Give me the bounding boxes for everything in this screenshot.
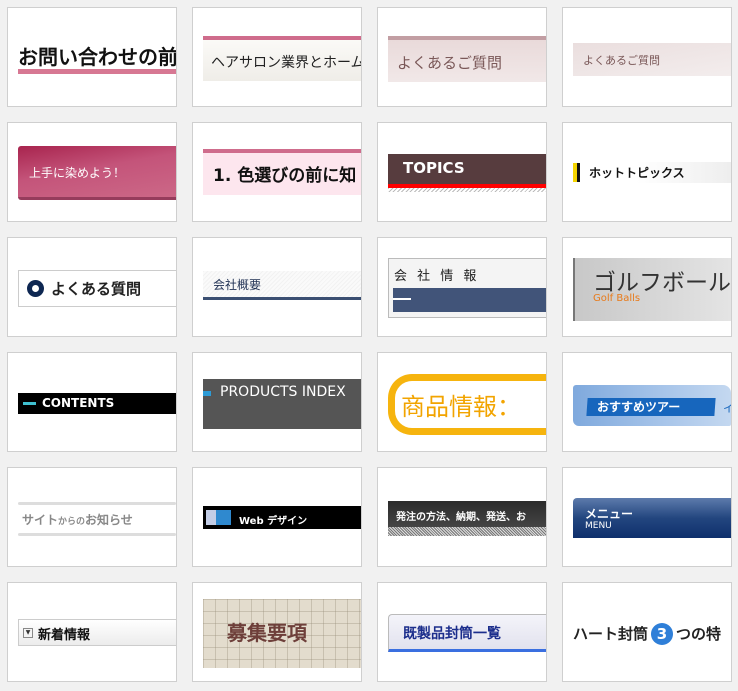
heading-extra: イ: [723, 400, 731, 416]
navy-bar: [393, 288, 546, 312]
heading-text: ハート封筒 3 つの特: [573, 623, 721, 645]
cyan-marker: [23, 402, 36, 405]
circle-bullet-icon: [27, 280, 44, 297]
heading-text: 商品情報：: [388, 374, 546, 435]
heading-text: ホットトピックス: [589, 166, 685, 180]
blue-block: [216, 510, 231, 525]
heading-text: PRODUCTS INDEX: [220, 384, 346, 400]
heading-text: Web デザイン: [239, 516, 308, 527]
heading-subtext: MENU: [585, 521, 612, 531]
heading-text: サイトからのお知らせ: [22, 511, 133, 528]
heading-text: 募集要項: [227, 621, 307, 645]
sample-heading-17[interactable]: サイトからのお知らせ: [7, 467, 177, 567]
sample-heading-5[interactable]: 上手に染めよう！: [7, 122, 177, 222]
heading-text-b: つの特: [676, 625, 722, 643]
sample-heading-4[interactable]: よくあるご質問: [562, 7, 732, 107]
sample-heading-22[interactable]: 募集要項: [192, 582, 362, 682]
sample-heading-21[interactable]: ▼ 新着情報: [7, 582, 177, 682]
light-block: [206, 510, 216, 525]
blue-marker: [203, 391, 211, 396]
black-marker: [577, 163, 580, 182]
wavy-line-top: [18, 502, 176, 505]
sample-heading-1[interactable]: お問い合わせの前に: [7, 7, 177, 107]
sample-heading-10[interactable]: 会社概要: [192, 237, 362, 337]
heading-text: 1. 色選びの前に知: [203, 149, 361, 195]
heading-text: メニュー: [585, 507, 634, 521]
heading-text-c: お知らせ: [85, 513, 133, 527]
heading-text: 上手に染めよう！: [18, 146, 176, 200]
heading-subtext: Golf Balls: [593, 293, 641, 304]
heading-text: お問い合わせの前に: [18, 45, 177, 69]
sample-heading-16[interactable]: おすすめツアー イ: [562, 352, 732, 452]
sample-heading-15[interactable]: 商品情報：: [377, 352, 547, 452]
heading-text-b: からの: [58, 517, 86, 527]
wavy-line-bottom: [18, 533, 176, 536]
heading-text-a: サイト: [22, 513, 59, 527]
heading-text: TOPICS: [388, 154, 546, 184]
sample-heading-23[interactable]: 既製品封筒一覧: [377, 582, 547, 682]
sample-heading-24[interactable]: ハート封筒 3 つの特: [562, 582, 732, 682]
sample-heading-19[interactable]: 発注の方法、納期、発送、お: [377, 467, 547, 567]
sample-heading-12[interactable]: ゴルフボール Golf Balls: [562, 237, 732, 337]
heading-text-a: ハート封筒: [573, 625, 649, 643]
sample-heading-2[interactable]: ヘアサロン業界とホーム: [192, 7, 362, 107]
heading-text: おすすめツアー: [597, 400, 681, 414]
sample-heading-8[interactable]: ホットトピックス: [562, 122, 732, 222]
dropdown-arrow-icon: ▼: [23, 628, 33, 638]
heading-text: 会 社 情 報: [394, 269, 480, 284]
heading-text: CONTENTS: [42, 396, 115, 410]
heading-text: ゴルフボール: [593, 270, 731, 296]
heading-text: よくあるご質問: [573, 43, 731, 76]
heading-text: 発注の方法、納期、発送、お: [388, 501, 546, 527]
hatch-shadow: [388, 527, 546, 536]
number-badge: 3: [651, 623, 674, 645]
heading-text: 新着情報: [38, 628, 91, 643]
heading-text: ヘアサロン業界とホーム: [203, 36, 361, 81]
sample-heading-9[interactable]: よくある質問: [7, 237, 177, 337]
sample-heading-11[interactable]: 会 社 情 報: [377, 237, 547, 337]
heading-text: よくある質問: [51, 280, 142, 298]
hatch-shadow: [388, 188, 546, 192]
sample-heading-18[interactable]: Web デザイン: [192, 467, 362, 567]
heading-text: 会社概要: [203, 271, 361, 300]
heading-text: よくあるご質問: [388, 36, 546, 82]
sample-heading-13[interactable]: CONTENTS: [7, 352, 177, 452]
sample-heading-20[interactable]: メニュー MENU: [562, 467, 732, 567]
underline-bar: [18, 69, 176, 74]
sample-heading-14[interactable]: PRODUCTS INDEX: [192, 352, 362, 452]
heading-text: 既製品封筒一覧: [388, 614, 546, 652]
sample-heading-7[interactable]: TOPICS: [377, 122, 547, 222]
sample-heading-3[interactable]: よくあるご質問: [377, 7, 547, 107]
sample-heading-6[interactable]: 1. 色選びの前に知: [192, 122, 362, 222]
